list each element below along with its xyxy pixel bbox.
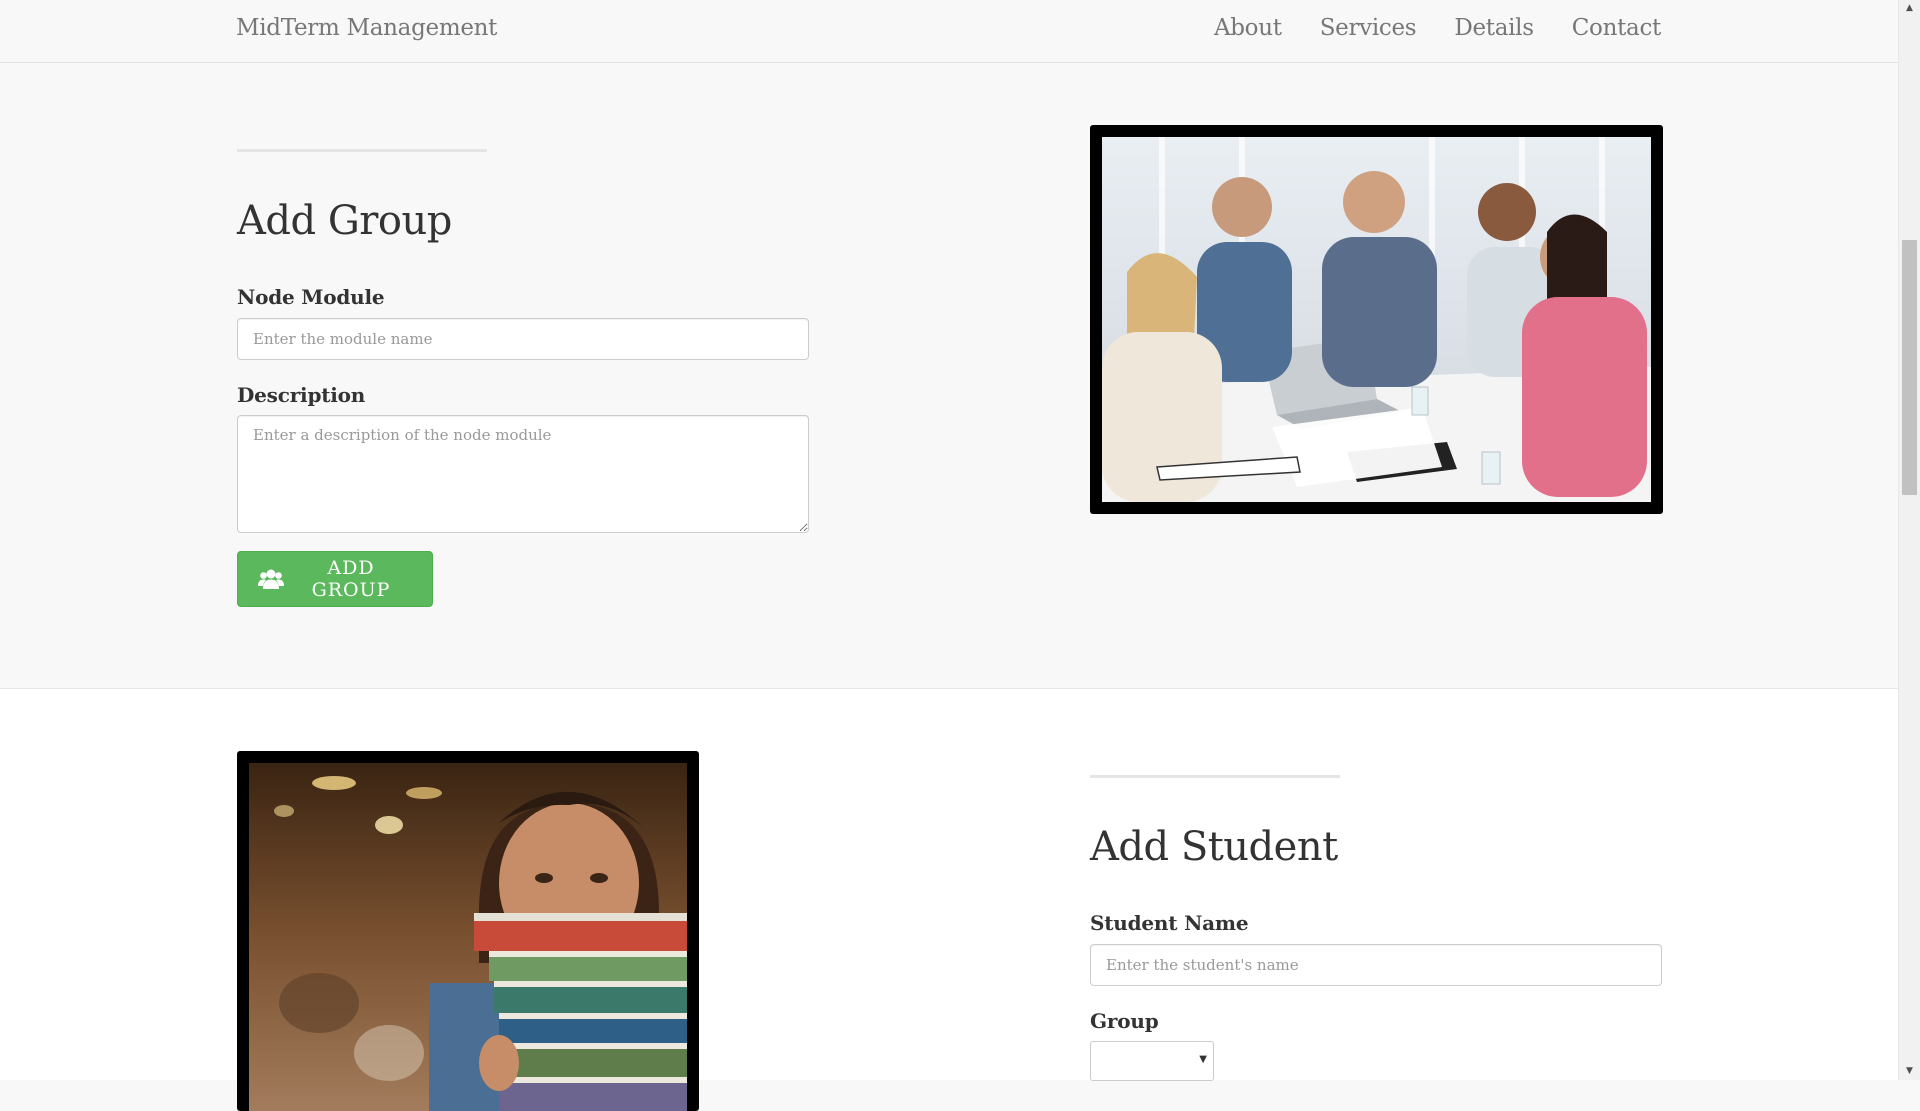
scroll-down-icon[interactable]: ▼	[1899, 1063, 1920, 1080]
section-divider	[1090, 775, 1340, 778]
nav-links: About Services Details Contact	[1214, 15, 1661, 41]
nav-about[interactable]: About	[1214, 15, 1282, 41]
users-icon	[258, 568, 284, 590]
nav-services[interactable]: Services	[1320, 15, 1417, 41]
page-scrollbar[interactable]: ▲ ▼	[1898, 0, 1920, 1080]
add-group-section: Add Group Node Module Description Add Gr…	[0, 63, 1899, 689]
group-label: Group	[1090, 1009, 1159, 1033]
brand-link[interactable]: MidTerm Management	[236, 15, 497, 41]
team-meeting-photo	[1090, 125, 1663, 514]
add-group-button[interactable]: Add Group	[237, 551, 433, 607]
nav-contact[interactable]: Contact	[1572, 15, 1662, 41]
top-navbar: MidTerm Management About Services Detail…	[0, 0, 1899, 63]
scrollbar-thumb[interactable]	[1902, 240, 1917, 495]
description-label: Description	[237, 383, 366, 407]
group-select[interactable]: ▼	[1090, 1041, 1214, 1081]
chevron-down-icon: ▼	[1199, 1054, 1207, 1065]
add-student-section: Add Student Student Name Group ▼	[0, 689, 1899, 1111]
nav-details[interactable]: Details	[1454, 15, 1534, 41]
description-textarea[interactable]	[237, 415, 809, 533]
student-name-label: Student Name	[1090, 911, 1249, 935]
scroll-up-icon[interactable]: ▲	[1899, 0, 1920, 17]
student-name-input[interactable]	[1090, 944, 1662, 986]
node-module-input[interactable]	[237, 318, 809, 360]
section-divider	[237, 149, 487, 152]
add-group-heading: Add Group	[237, 198, 452, 244]
add-student-heading: Add Student	[1090, 824, 1338, 870]
node-module-label: Node Module	[237, 285, 385, 309]
student-with-books-photo	[237, 751, 699, 1111]
add-group-button-label: Add Group	[311, 557, 391, 601]
